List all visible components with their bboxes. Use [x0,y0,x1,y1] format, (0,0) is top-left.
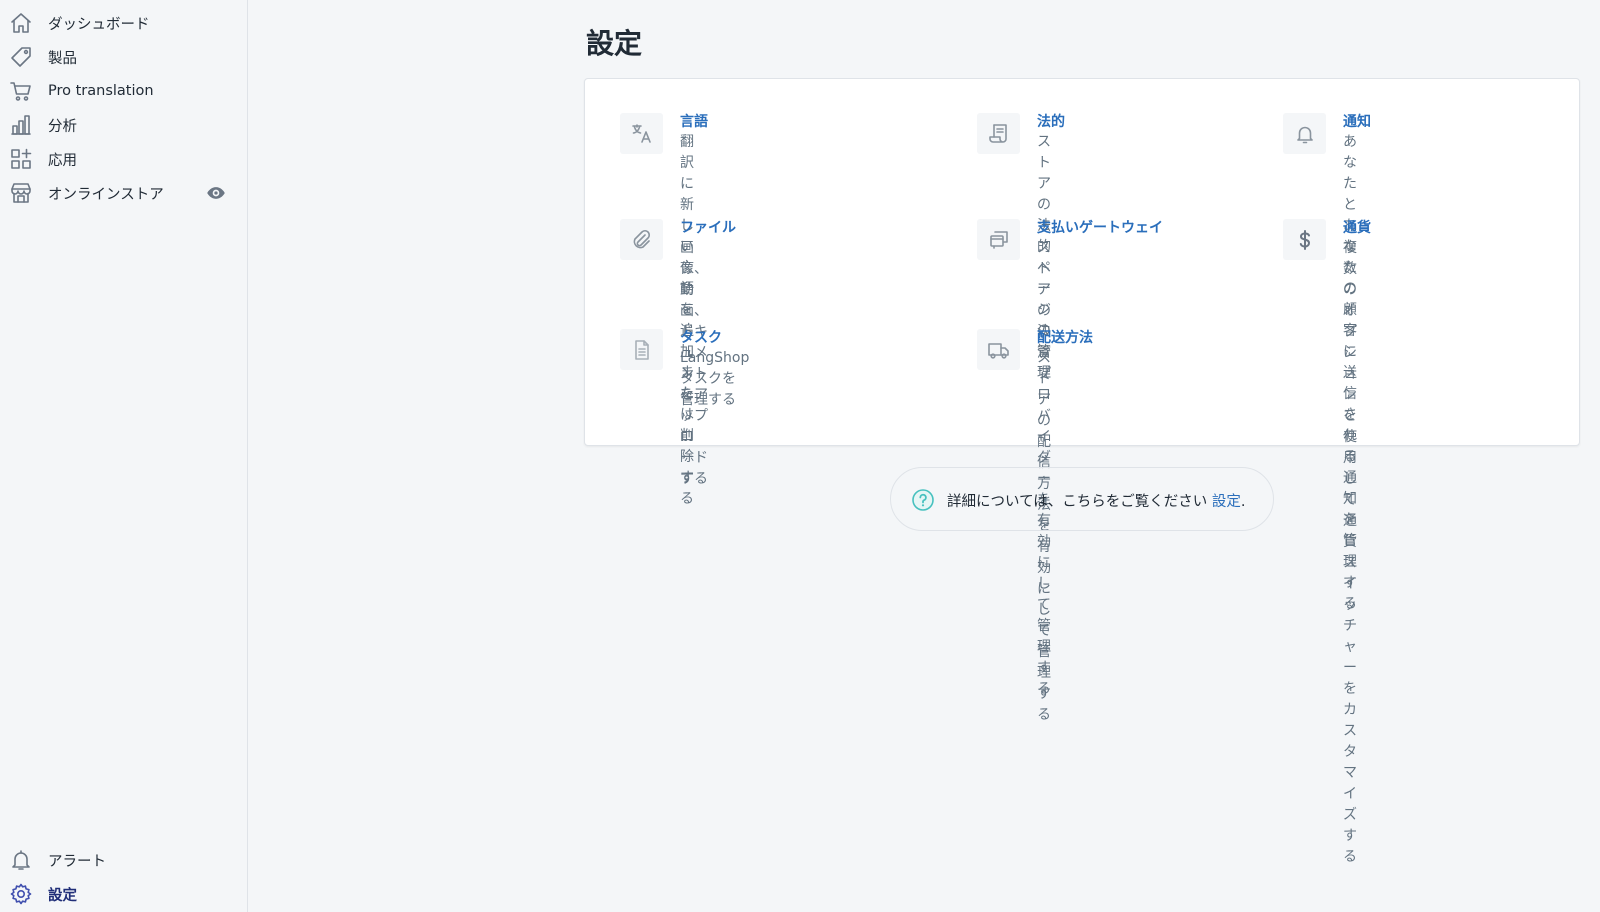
tag-icon [9,45,33,69]
setting-title: 法的 [1037,114,1065,130]
setting-description: LangShopタスクを管理する [680,350,750,408]
legal-scroll-icon [977,113,1020,154]
sidebar-item-apps[interactable]: 応用 [0,142,247,176]
sidebar-item-label: オンラインストア [48,186,164,203]
sidebar-item-label: 製品 [48,50,77,67]
setting-title: 通知 [1343,114,1371,130]
setting-description: 複数のオプションを使用して 通貨スイッチャーをカスタマ イズする [1343,240,1357,865]
setting-description: ストアの配信方法を有効にし て管理する [1037,350,1051,723]
dollar-icon [1283,219,1326,260]
sidebar-item-analytics[interactable]: 分析 [0,108,247,142]
setting-title: タスク [680,330,722,346]
sidebar-item-label: Pro translation [48,83,154,99]
sidebar-item-settings[interactable]: 設定 [0,877,247,911]
sidebar-item-label: 分析 [48,118,77,135]
sidebar-item-dashboard[interactable]: ダッシュボード [0,6,247,40]
eye-icon[interactable] [205,182,227,204]
payment-cards-icon [977,219,1020,260]
sidebar-item-alerts[interactable]: アラート [0,843,247,877]
paperclip-icon [620,219,663,260]
help-settings-link[interactable]: 設定 [1212,494,1241,510]
setting-title: ファイル [680,220,736,236]
cart-icon [9,79,33,103]
gear-icon [9,882,33,906]
setting-title: 配送方法 [1037,330,1093,346]
translate-icon [620,113,663,154]
apps-icon [9,147,33,171]
task-document-icon [620,329,663,370]
sidebar: ダッシュボード 製品 Pro translation 分析 応用 オンラインスト… [0,0,248,912]
store-icon [9,181,33,205]
sidebar-item-label: ダッシュボード [48,16,150,33]
sidebar-item-label: 応用 [48,152,77,169]
bell-icon [9,848,33,872]
home-icon [9,11,33,35]
sidebar-item-online-store[interactable]: オンラインストア [0,176,247,210]
page-title: 設定 [586,27,643,60]
bell-icon [1283,113,1326,154]
setting-title: 通貨 [1343,220,1371,236]
sidebar-item-label: 設定 [48,887,77,904]
setting-title: 支払いゲートウェイ [1037,220,1163,236]
help-text: 詳細については、こちらをご覧ください 設定. [947,494,1246,510]
question-circle-icon [911,488,935,512]
sidebar-item-pro-translation[interactable]: Pro translation [0,74,247,108]
help-footer: 詳細については、こちらをご覧ください 設定. [890,467,1274,531]
sidebar-item-products[interactable]: 製品 [0,40,247,74]
settings-card: 言語 翻訳に新しい言語を追加または削除する 法的 ストアの法的ページの管理 通知… [584,78,1580,865]
truck-icon [977,329,1020,370]
setting-title: 言語 [680,114,708,130]
sidebar-item-label: アラート [48,853,106,870]
bar-chart-icon [9,113,33,137]
